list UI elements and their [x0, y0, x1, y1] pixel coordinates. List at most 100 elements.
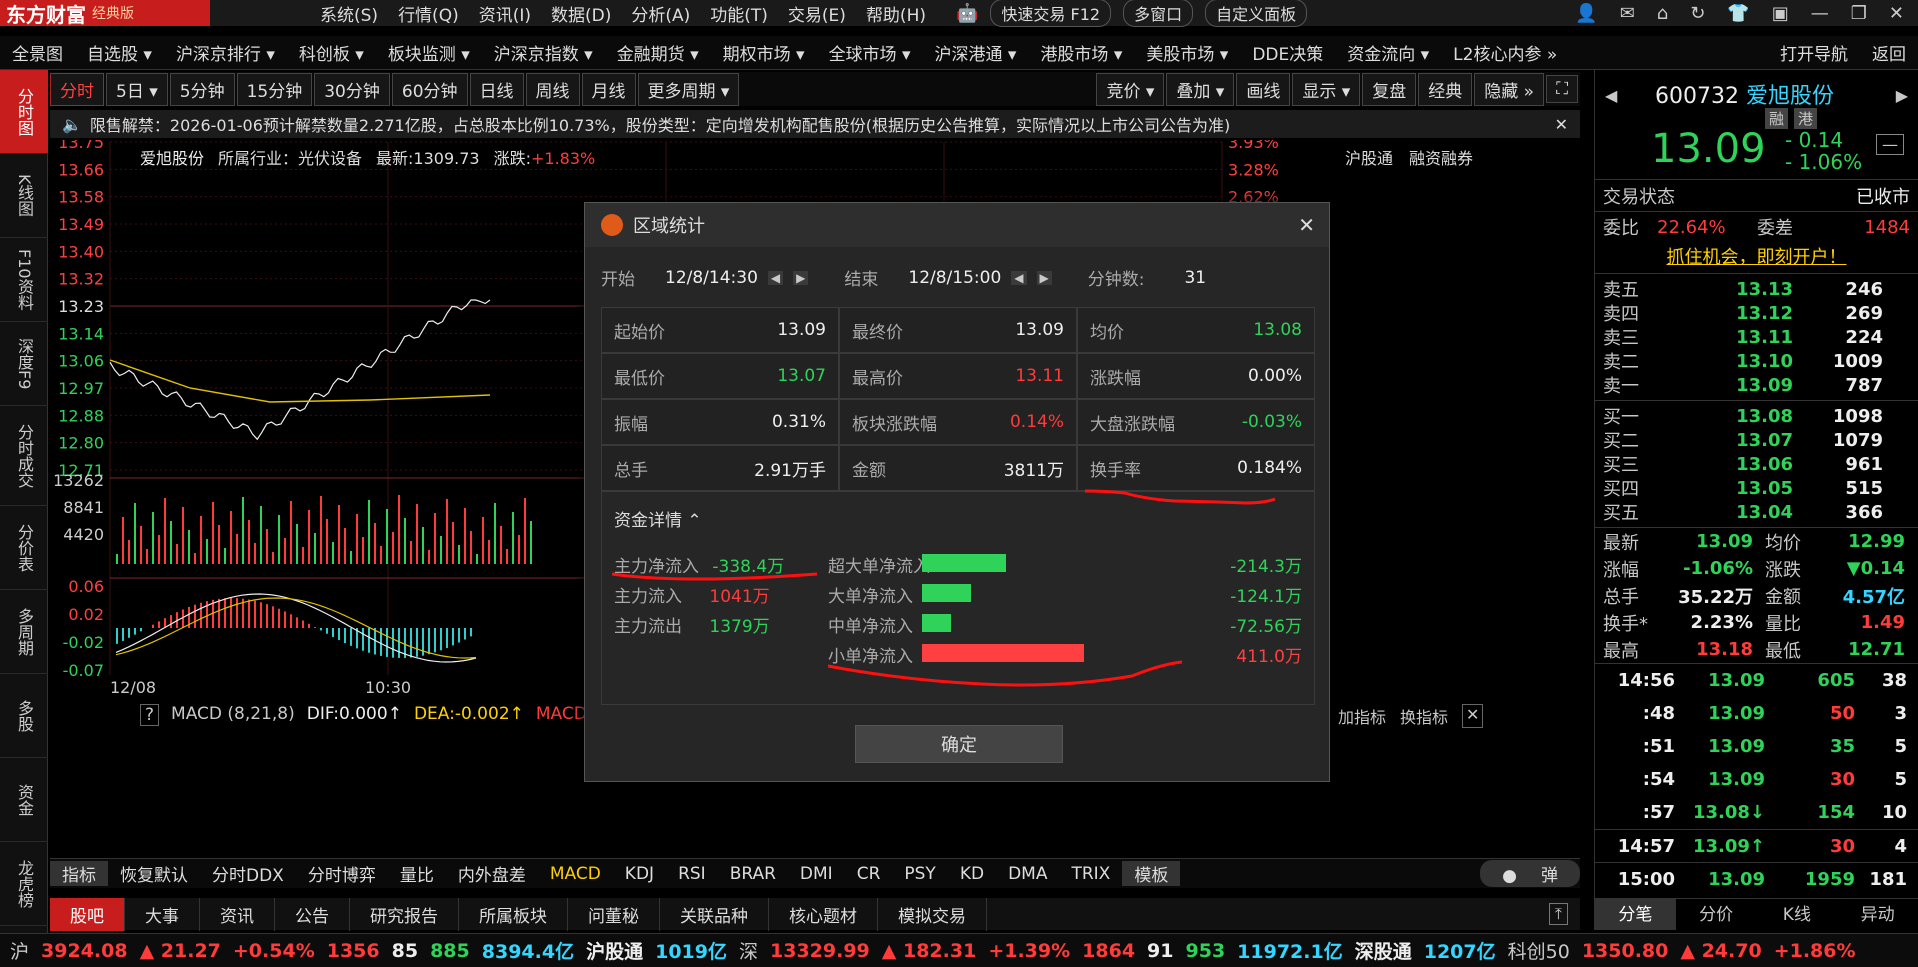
- classic-button[interactable]: 经典: [1418, 72, 1473, 106]
- tab-kline[interactable]: K线: [1757, 899, 1838, 930]
- period-week[interactable]: 周线: [525, 72, 580, 106]
- popup-toggle[interactable]: ● 弹: [1480, 860, 1580, 887]
- menu-info[interactable]: 资讯(I): [469, 1, 541, 26]
- next-stock-icon[interactable]: ▶: [1896, 86, 1908, 105]
- dialog-close-icon[interactable]: ✕: [1298, 213, 1315, 237]
- start-value[interactable]: 12/8/14:30: [665, 268, 758, 288]
- hgt-label[interactable]: 沪股通: [586, 937, 643, 964]
- ask-row[interactable]: 卖三 13.11 224: [1595, 325, 1918, 350]
- period-5day[interactable]: 5日 ▾: [106, 72, 168, 106]
- menu-help[interactable]: 帮助(H): [856, 1, 936, 26]
- tab-related[interactable]: 关联品种: [660, 897, 769, 931]
- open-account-ad[interactable]: 抓住机会，即刻开户！: [1595, 242, 1918, 274]
- tab-events[interactable]: 大事: [125, 897, 200, 931]
- vnav-timeshare[interactable]: 分时图: [0, 70, 48, 154]
- notice-close-icon[interactable]: ✕: [1555, 115, 1568, 134]
- end-next-icon[interactable]: ▶: [1036, 270, 1052, 285]
- tab-news[interactable]: 资讯: [200, 897, 275, 931]
- period-30min[interactable]: 30分钟: [314, 72, 390, 106]
- menu-function[interactable]: 功能(T): [700, 1, 778, 26]
- nav-item[interactable]: 沪深港通 ▾: [923, 40, 1029, 65]
- bid-row[interactable]: 买一 13.08 1098: [1595, 404, 1918, 429]
- close-icon[interactable]: ✕: [1889, 3, 1904, 24]
- margin-link[interactable]: 融资融券: [1409, 145, 1473, 169]
- vnav-depth[interactable]: 深度F9: [0, 322, 48, 406]
- indicator-rsi[interactable]: RSI: [666, 864, 718, 884]
- collapse-icon[interactable]: —: [1876, 134, 1904, 155]
- sgt-label[interactable]: 深股通: [1355, 937, 1412, 964]
- add-indicator-button[interactable]: 加指标: [1338, 704, 1386, 728]
- indicator-game[interactable]: 分时博弈: [296, 861, 388, 886]
- bid-row[interactable]: 买四 13.05 515: [1595, 476, 1918, 501]
- period-60min[interactable]: 60分钟: [391, 72, 468, 106]
- tab-sim-trade[interactable]: 模拟交易: [878, 897, 987, 931]
- vnav-multi-period[interactable]: 多周期: [0, 590, 48, 674]
- layout-icon[interactable]: ▣: [1772, 3, 1789, 24]
- multi-window-button[interactable]: 多窗口: [1123, 0, 1194, 27]
- display-button[interactable]: 显示 ▾: [1292, 72, 1361, 106]
- bid-row[interactable]: 买三 13.06 961: [1595, 452, 1918, 477]
- bid-row[interactable]: 买二 13.07 1079: [1595, 428, 1918, 453]
- nav-item[interactable]: 全球市场 ▾: [817, 40, 923, 65]
- prev-stock-icon[interactable]: ◀: [1605, 86, 1617, 105]
- tab-guba[interactable]: 股吧: [50, 897, 125, 931]
- nav-item[interactable]: 全景图: [0, 40, 75, 65]
- indicator-brar[interactable]: BRAR: [718, 864, 788, 884]
- auction-button[interactable]: 竞价 ▾: [1096, 72, 1165, 106]
- end-value[interactable]: 12/8/15:00: [908, 268, 1001, 288]
- vnav-price-table[interactable]: 分价表: [0, 506, 48, 590]
- draw-line-button[interactable]: 画线: [1236, 72, 1291, 106]
- hgt-link[interactable]: 沪股通: [1345, 145, 1393, 169]
- nav-item[interactable]: DDE决策: [1240, 40, 1335, 65]
- nav-item[interactable]: 期权市场 ▾: [711, 40, 817, 65]
- kc-price[interactable]: 1350.80: [1582, 940, 1669, 962]
- indicator-inout[interactable]: 内外盘差: [446, 861, 538, 886]
- period-month[interactable]: 月线: [581, 72, 636, 106]
- nav-item[interactable]: 港股市场 ▾: [1028, 40, 1134, 65]
- tab-price-dist[interactable]: 分价: [1676, 899, 1757, 930]
- vnav-trades[interactable]: 分时成交: [0, 406, 48, 506]
- sh-price[interactable]: 3924.08: [41, 940, 128, 962]
- tab-ticks[interactable]: 分笔: [1595, 899, 1676, 930]
- bid-row[interactable]: 买五 13.04 366: [1595, 500, 1918, 525]
- ok-button[interactable]: 确定: [855, 725, 1063, 763]
- nav-item[interactable]: 板块监测 ▾: [376, 40, 482, 65]
- tab-alerts[interactable]: 异动: [1837, 899, 1918, 930]
- period-15min[interactable]: 15分钟: [236, 72, 313, 106]
- macd-help-icon[interactable]: ?: [140, 704, 160, 726]
- expand-icon[interactable]: ⤒: [1548, 903, 1568, 925]
- indicator-dma[interactable]: DMA: [996, 864, 1059, 884]
- menu-data[interactable]: 数据(D): [541, 1, 621, 26]
- nav-item[interactable]: 自选股 ▾: [75, 40, 164, 65]
- start-prev-icon[interactable]: ◀: [767, 270, 784, 285]
- vnav-multi-stock[interactable]: 多股: [0, 674, 48, 758]
- nav-item[interactable]: 科创板 ▾: [287, 40, 376, 65]
- custom-panel-button[interactable]: 自定义面板: [1205, 0, 1308, 27]
- restore-icon[interactable]: ❐: [1851, 3, 1867, 24]
- overlay-button[interactable]: 叠加 ▾: [1166, 72, 1235, 106]
- fund-title-row[interactable]: 资金详情 ⌃: [614, 506, 702, 531]
- user-icon[interactable]: 👤: [1575, 3, 1597, 24]
- menu-quote[interactable]: 行情(Q): [388, 1, 469, 26]
- vnav-kline[interactable]: K线图: [0, 154, 48, 238]
- nav-item[interactable]: 金融期货 ▾: [605, 40, 711, 65]
- back-button[interactable]: 返回: [1860, 40, 1918, 65]
- start-next-icon[interactable]: ▶: [793, 270, 809, 285]
- open-nav-button[interactable]: 打开导航: [1768, 40, 1860, 65]
- quick-trade-button[interactable]: 快速交易 F12: [990, 0, 1112, 27]
- vnav-f10[interactable]: F10资料: [0, 238, 48, 322]
- replay-button[interactable]: 复盘: [1362, 72, 1417, 106]
- indicator-dmi[interactable]: DMI: [788, 864, 845, 884]
- nav-item[interactable]: 沪深京排行 ▾: [164, 40, 287, 65]
- tab-announcements[interactable]: 公告: [275, 897, 350, 931]
- robot-icon[interactable]: 🤖: [956, 3, 978, 24]
- tab-sectors[interactable]: 所属板块: [459, 897, 568, 931]
- vnav-dragon-tiger[interactable]: 龙虎榜: [0, 842, 48, 926]
- hide-button[interactable]: 隐藏 »: [1474, 72, 1545, 106]
- swap-indicator-button[interactable]: 换指标: [1400, 704, 1448, 728]
- indicator-macd[interactable]: MACD: [538, 864, 613, 884]
- tab-research[interactable]: 研究报告: [350, 897, 459, 931]
- indicator-psy[interactable]: PSY: [892, 864, 947, 884]
- end-prev-icon[interactable]: ◀: [1011, 270, 1027, 285]
- tab-core-themes[interactable]: 核心题材: [769, 897, 878, 931]
